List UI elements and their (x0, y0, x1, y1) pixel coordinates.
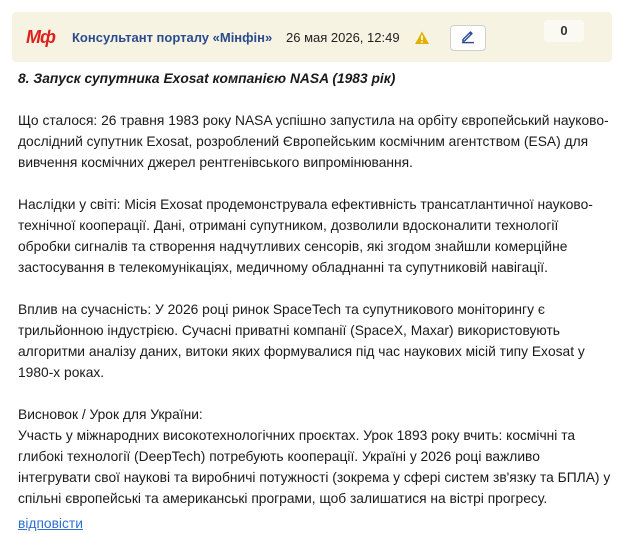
reply-link[interactable]: відповісти (18, 513, 83, 534)
post-title: 8. Запуск супутника Exosat компанією NAS… (18, 71, 396, 86)
paragraph-what-happened: Що сталося: 26 травня 1983 року NASA усп… (18, 113, 609, 170)
conclusion-heading: Висновок / Урок для України: (18, 407, 203, 422)
paragraph-modern-impact: Вплив на сучасність: У 2026 році ринок S… (18, 302, 585, 380)
minfin-logo[interactable]: Мф (26, 26, 56, 48)
edit-button[interactable] (450, 25, 486, 51)
comment-post: Мф Консультант порталу «Мінфін» 26 мая 2… (0, 0, 620, 531)
paragraph-conclusion: Участь у міжнародних високотехнологічних… (18, 428, 611, 506)
author-name[interactable]: Консультант порталу «Мінфін» (72, 30, 272, 45)
post-content: 8. Запуск супутника Exosat компанією NAS… (18, 68, 612, 534)
warning-icon[interactable] (414, 30, 430, 46)
vote-count: 0 (544, 20, 584, 42)
paragraph-consequences: Наслідки у світі: Місія Exosat продемонс… (18, 197, 593, 275)
pencil-icon (460, 28, 476, 49)
post-date: 26 мая 2026, 12:49 (286, 30, 400, 45)
post-header: Мф Консультант порталу «Мінфін» 26 мая 2… (12, 12, 612, 62)
